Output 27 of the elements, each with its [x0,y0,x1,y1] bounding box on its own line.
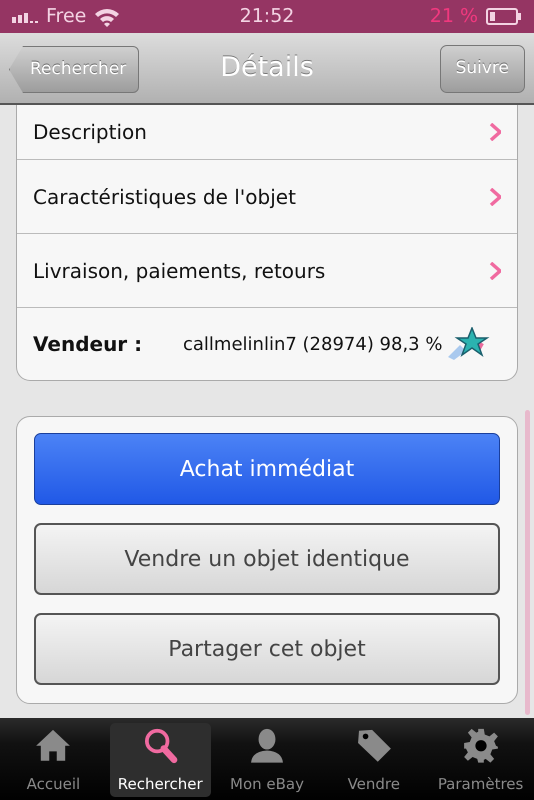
seller-label: Vendeur : [33,331,144,358]
tab[interactable]: Paramètres [430,723,531,797]
chevron-icon [489,123,501,141]
tab[interactable]: Rechercher [110,723,211,797]
tab[interactable]: Mon eBay [216,723,318,797]
action-button[interactable]: Vendre un objet identique [34,523,500,595]
chevron-icon [489,188,501,206]
buy-now-button[interactable]: Achat immédiat [34,433,500,505]
chevron-icon [489,262,501,280]
row-label: Caractéristiques de l'objet [33,184,296,210]
tab[interactable]: Accueil [3,723,104,797]
detail-row[interactable]: Description [17,105,517,160]
page-title: Détails [220,50,314,85]
tab[interactable]: Vendre [323,723,424,797]
battery-icon [486,8,522,25]
detail-row[interactable]: Caractéristiques de l'objet [17,160,517,234]
battery-percent: 21 % [430,4,478,30]
row-label: Description [33,119,147,146]
detail-row[interactable]: Livraison, paiements, retours [17,234,517,308]
action-button[interactable]: Partager cet objet [34,613,500,685]
row-label: Livraison, paiements, retours [33,258,326,284]
signal-icon [12,10,38,22]
wifi-icon [94,6,120,26]
star-icon [446,327,490,361]
seller-info: callmelinlin7 (28974) 98,3 % [183,332,442,356]
clock: 21:52 [240,4,294,30]
carrier-name: Free [46,4,86,30]
